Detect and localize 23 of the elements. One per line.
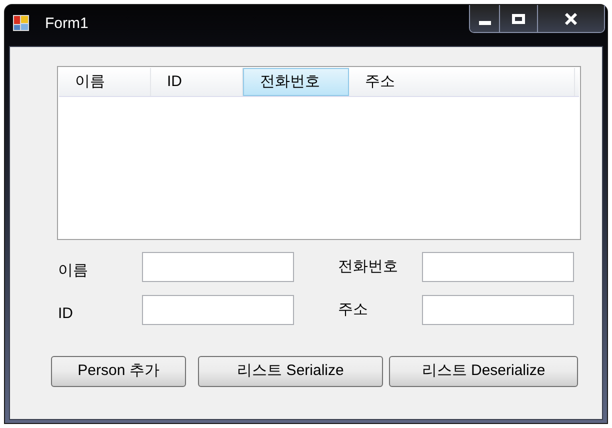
push-button[interactable]: Person 추가 <box>51 356 186 387</box>
input-field[interactable] <box>422 252 574 282</box>
window-title: Form1 <box>45 15 88 33</box>
maximize-button[interactable] <box>500 5 538 32</box>
column-header[interactable]: 주소 <box>349 68 575 96</box>
column-header[interactable]: 전화번호 <box>243 68 349 96</box>
field-label: 전화번호 <box>338 257 399 277</box>
input-field[interactable] <box>422 294 574 324</box>
input-field[interactable] <box>142 294 294 324</box>
close-button[interactable] <box>538 5 604 32</box>
input-field[interactable] <box>142 252 294 282</box>
list-view[interactable]: 이름 ID 전화번호 주소 <box>57 66 581 240</box>
push-button[interactable]: 리스트 Serialize <box>198 356 383 387</box>
field-label: ID <box>57 304 74 324</box>
maximize-icon <box>512 14 525 24</box>
column-header[interactable]: 이름 <box>59 68 151 96</box>
field-label: 이름 <box>57 261 89 281</box>
field-label: 주소 <box>338 300 369 320</box>
minimize-button[interactable] <box>470 5 500 32</box>
push-button[interactable]: 리스트 Deserialize <box>389 356 578 387</box>
close-icon <box>564 12 578 24</box>
app-icon <box>13 15 29 31</box>
minimize-icon <box>478 20 490 24</box>
